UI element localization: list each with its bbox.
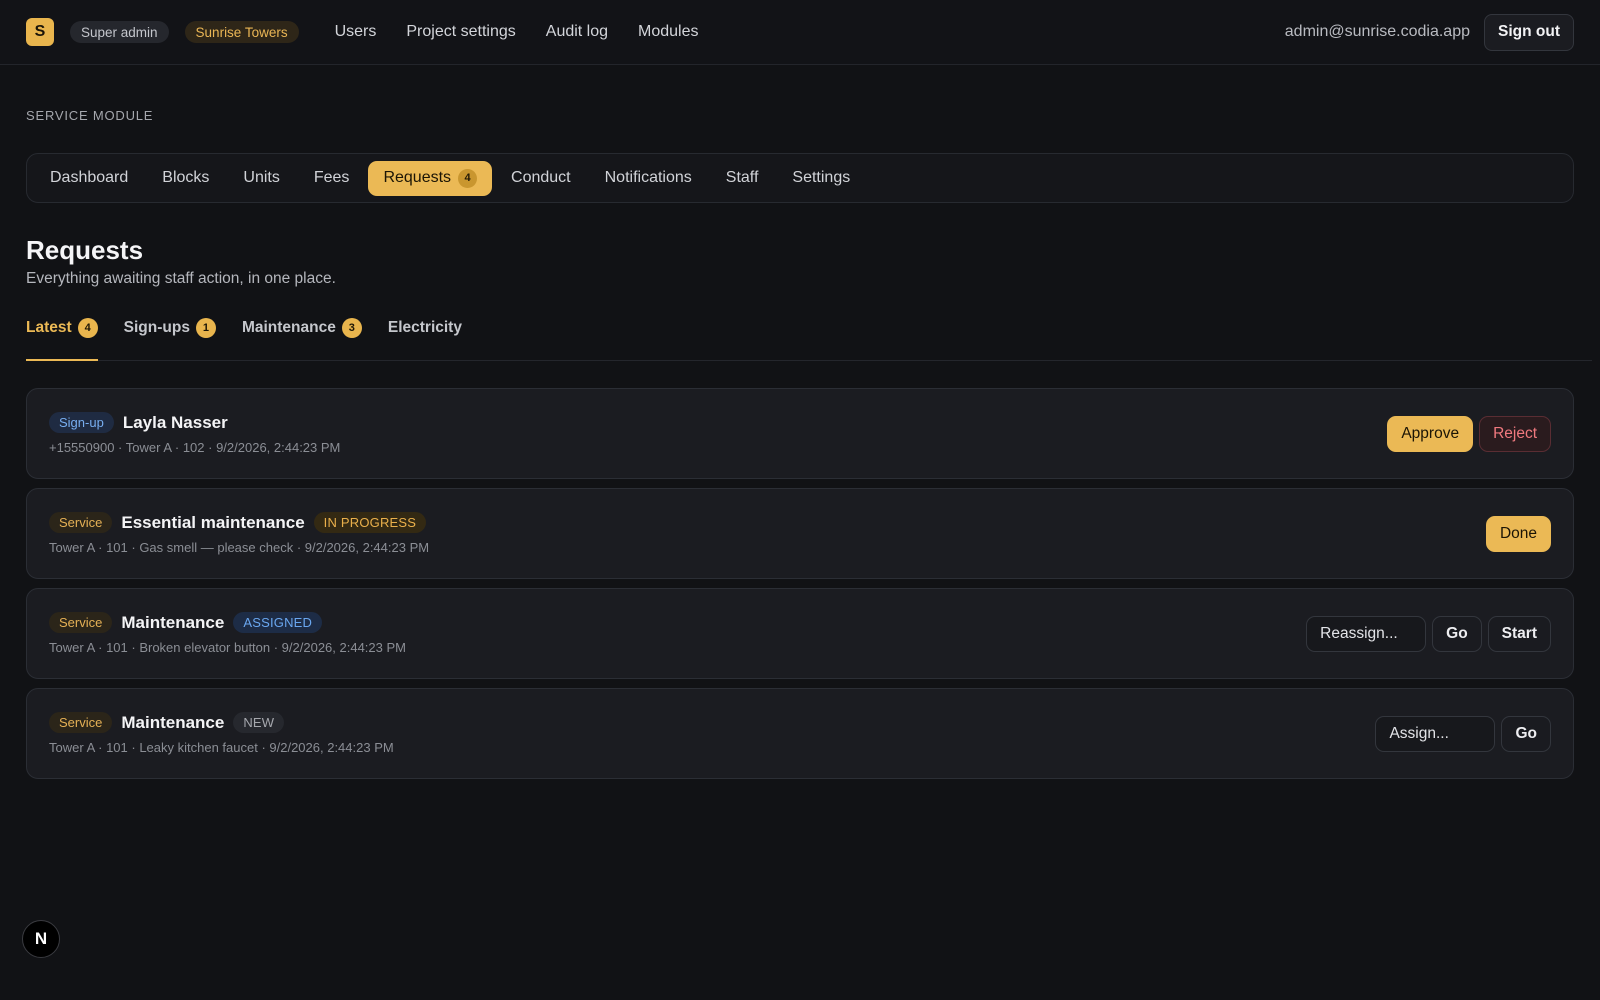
module-nav: Dashboard Blocks Units Fees Requests 4 C… xyxy=(26,153,1574,203)
request-actions: Assign... Go xyxy=(1375,715,1551,752)
tab-label: Settings xyxy=(792,169,851,186)
go-button[interactable]: Go xyxy=(1432,615,1482,652)
request-type-tag: Sign-up xyxy=(49,412,114,433)
tab-label: Fees xyxy=(313,169,350,186)
top-nav: Users Project settings Audit log Modules xyxy=(319,23,699,41)
subtab-sign-ups[interactable]: Sign-ups 1 xyxy=(124,314,216,360)
nav-audit-log-link[interactable]: Audit log xyxy=(546,23,608,41)
tab-label: Conduct xyxy=(511,169,571,186)
request-actions: Done xyxy=(1485,515,1551,552)
status-badge: ASSIGNED xyxy=(233,612,323,633)
tab-label: Units xyxy=(243,169,280,186)
request-info: Service Maintenance ASSIGNED Tower A · 1… xyxy=(49,612,1306,655)
request-card: Service Essential maintenance IN PROGRES… xyxy=(26,488,1574,579)
dev-tools-n-icon[interactable]: N xyxy=(22,920,60,958)
top-bar: S Super admin Sunrise Towers Users Proje… xyxy=(0,0,1600,65)
nav-modules-link[interactable]: Modules xyxy=(638,23,698,41)
tab-fees[interactable]: Fees xyxy=(299,161,365,196)
page-title: Requests xyxy=(26,235,144,265)
subtab-count-badge: 1 xyxy=(195,318,216,338)
reassign-select[interactable]: Reassign... xyxy=(1306,615,1427,652)
tab-dashboard[interactable]: Dashboard xyxy=(35,161,143,196)
subtab-latest[interactable]: Latest 4 xyxy=(26,314,98,361)
tab-units[interactable]: Units xyxy=(228,161,294,196)
request-card: Service Maintenance NEW Tower A · 101 · … xyxy=(26,688,1574,779)
module-label: SERVICE MODULE xyxy=(26,108,154,123)
role-badge: Super admin xyxy=(70,21,169,43)
tab-requests[interactable]: Requests 4 xyxy=(368,160,493,196)
request-filter-tabs: Latest 4 Sign-ups 1 Maintenance 3 Electr… xyxy=(26,314,1592,361)
request-type-tag: Service xyxy=(49,512,113,533)
request-title: Essential maintenance xyxy=(121,512,305,532)
start-button[interactable]: Start xyxy=(1487,615,1551,652)
request-title: Maintenance xyxy=(121,712,225,732)
subtab-label: Sign-ups xyxy=(123,319,190,336)
requests-count-badge: 4 xyxy=(458,168,478,188)
nav-project-settings-link[interactable]: Project settings xyxy=(406,23,515,41)
request-title: Layla Nasser xyxy=(122,412,228,432)
request-header: Service Maintenance ASSIGNED xyxy=(49,612,1306,633)
user-email: admin@sunrise.codia.app xyxy=(1284,23,1470,40)
status-badge: NEW xyxy=(233,712,285,733)
tab-staff[interactable]: Staff xyxy=(711,161,774,196)
tab-blocks[interactable]: Blocks xyxy=(147,161,224,196)
go-button[interactable]: Go xyxy=(1501,715,1551,752)
request-type-tag: Service xyxy=(49,712,113,733)
tab-notifications[interactable]: Notifications xyxy=(590,161,707,196)
subtab-label: Electricity xyxy=(387,319,462,336)
reject-button[interactable]: Reject xyxy=(1479,415,1551,452)
tab-label: Staff xyxy=(725,169,759,186)
subtab-count-badge: 3 xyxy=(341,318,362,338)
tab-label: Notifications xyxy=(604,169,692,186)
request-card: Service Maintenance ASSIGNED Tower A · 1… xyxy=(26,588,1574,679)
tab-settings[interactable]: Settings xyxy=(777,161,865,196)
request-info: Sign-up Layla Nasser +15550900 · Tower A… xyxy=(49,412,1387,455)
tab-label: Dashboard xyxy=(50,169,129,186)
request-actions: Approve Reject xyxy=(1387,415,1551,452)
approve-button[interactable]: Approve xyxy=(1387,415,1474,452)
main-content: SERVICE MODULE Dashboard Blocks Units Fe… xyxy=(0,108,1600,779)
request-header: Sign-up Layla Nasser xyxy=(49,412,1387,433)
request-title: Maintenance xyxy=(121,612,225,632)
status-badge: IN PROGRESS xyxy=(313,512,427,533)
request-meta: +15550900 · Tower A · 102 · 9/2/2026, 2:… xyxy=(49,440,341,455)
request-info: Service Maintenance NEW Tower A · 101 · … xyxy=(49,712,1375,755)
page-subtitle: Everything awaiting staff action, in one… xyxy=(26,270,336,287)
request-meta: Tower A · 101 · Gas smell — please check… xyxy=(49,540,430,555)
request-meta: Tower A · 101 · Broken elevator button ·… xyxy=(49,640,406,655)
assign-select[interactable]: Assign... xyxy=(1375,715,1496,752)
subtab-electricity[interactable]: Electricity xyxy=(388,314,462,360)
subtab-maintenance[interactable]: Maintenance 3 xyxy=(242,314,362,360)
request-info: Service Essential maintenance IN PROGRES… xyxy=(49,512,1486,555)
request-type-tag: Service xyxy=(49,612,113,633)
tab-conduct[interactable]: Conduct xyxy=(496,161,586,196)
request-meta: Tower A · 101 · Leaky kitchen faucet · 9… xyxy=(49,740,394,755)
request-header: Service Essential maintenance IN PROGRES… xyxy=(49,512,1486,533)
request-actions: Reassign... Go Start xyxy=(1306,615,1551,652)
request-card: Sign-up Layla Nasser +15550900 · Tower A… xyxy=(26,388,1574,479)
subtab-count-badge: 4 xyxy=(77,318,98,338)
request-header: Service Maintenance NEW xyxy=(49,712,1375,733)
subtab-label: Maintenance xyxy=(241,319,336,336)
nav-users-link[interactable]: Users xyxy=(335,23,377,41)
tab-label: Requests xyxy=(383,169,452,186)
sign-out-button[interactable]: Sign out xyxy=(1484,13,1574,51)
tab-label: Blocks xyxy=(162,169,210,186)
app-logo[interactable]: S xyxy=(26,18,54,46)
subtab-label: Latest xyxy=(26,319,72,336)
request-list: Sign-up Layla Nasser +15550900 · Tower A… xyxy=(26,388,1574,779)
project-badge[interactable]: Sunrise Towers xyxy=(184,21,299,43)
done-button[interactable]: Done xyxy=(1485,515,1551,552)
